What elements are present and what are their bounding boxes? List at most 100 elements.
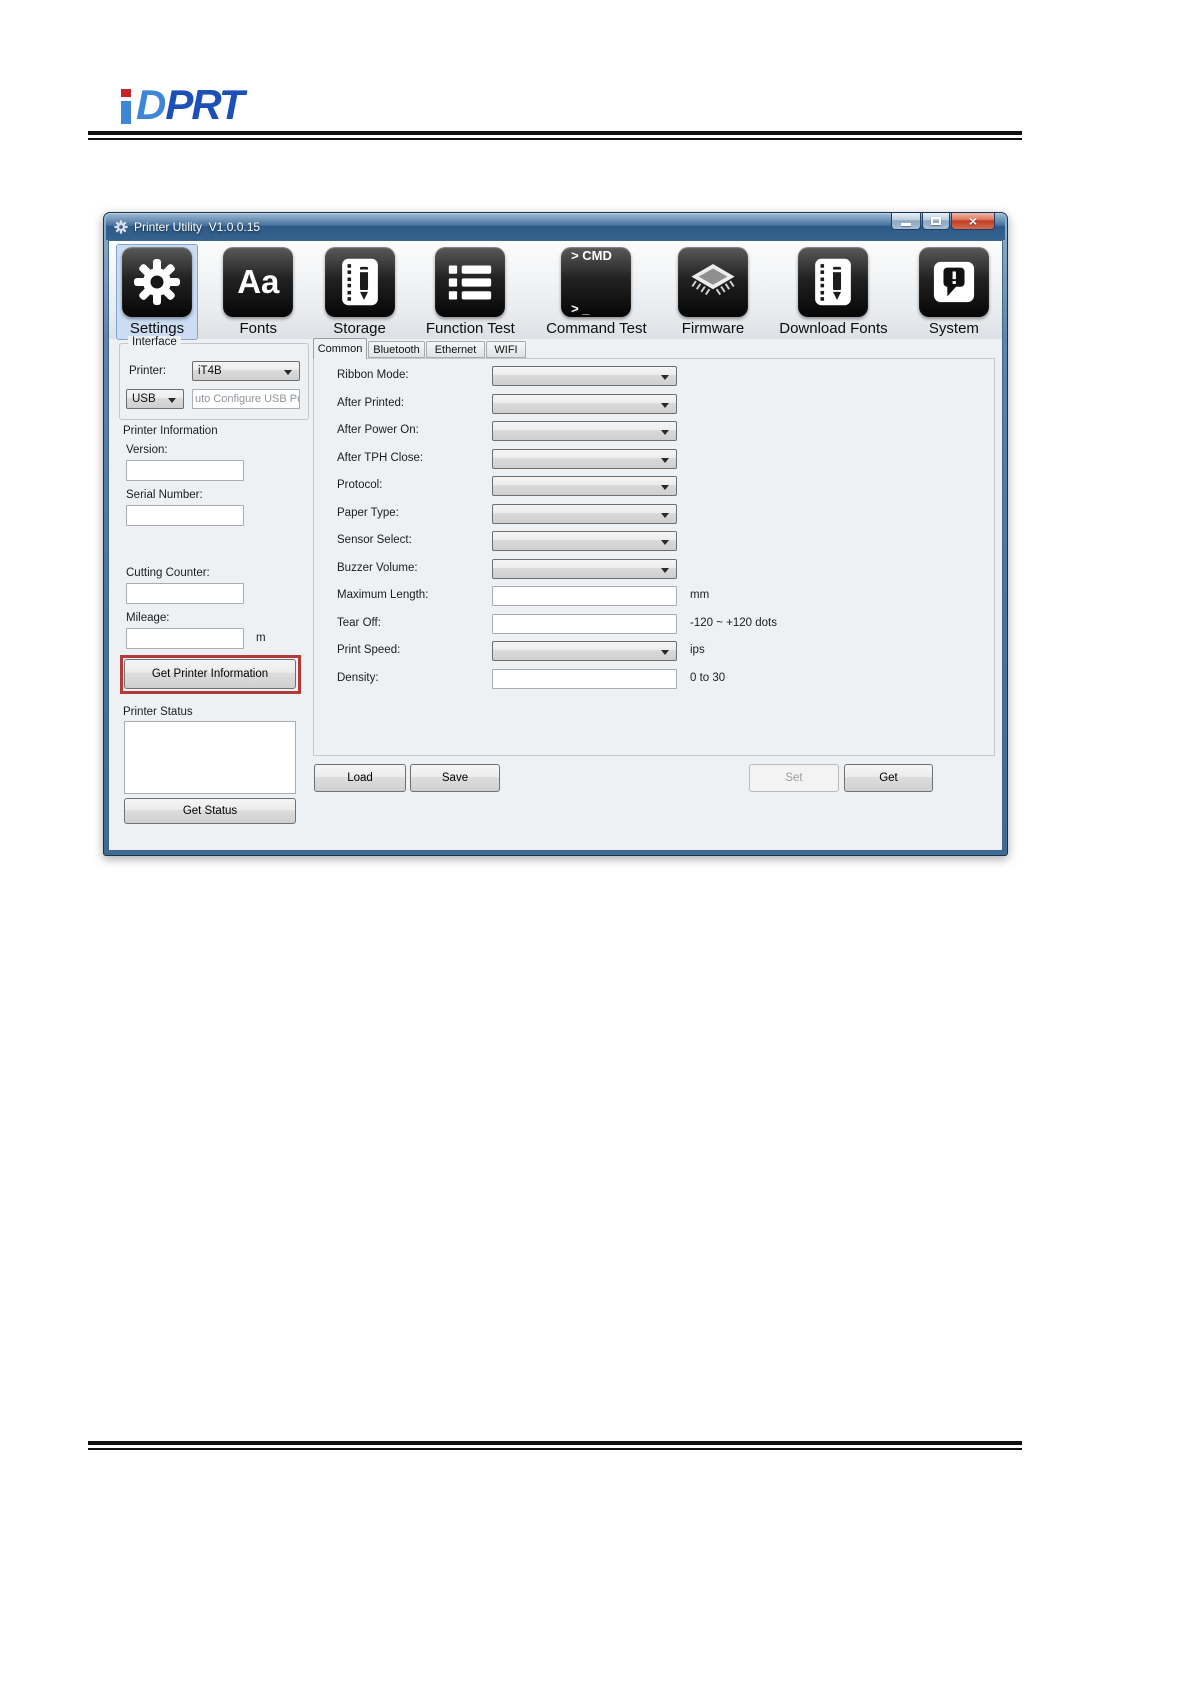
density-field[interactable] [492,669,677,689]
ribbon-mode-select[interactable] [492,366,677,386]
toolbar-label: Fonts [239,320,278,337]
fonts-aa-icon: Aa [223,247,294,317]
set-button[interactable]: Set [749,764,839,792]
ribbon-mode-label: Ribbon Mode: [337,369,409,381]
serial-number-field[interactable] [126,505,244,526]
toolbar-label: Command Test [546,320,647,337]
after-power-on-select[interactable] [492,421,677,441]
density-range: 0 to 30 [690,672,726,684]
terminal-cmd-icon: > CMD > _ [561,247,632,317]
minimize-button[interactable] [891,213,921,230]
interface-group-title: Interface [128,336,181,348]
sensor-select-label: Sensor Select: [337,534,412,546]
cutting-counter-field[interactable] [126,583,244,604]
paper-type-select[interactable] [492,504,677,524]
toolbar-item-download-fonts[interactable]: Download Fonts [774,245,892,339]
printer-utility-window: Printer Utility V1.0.0.15 × Settings Aa … [103,212,1008,856]
tear-off-range: -120 ~ +120 dots [690,617,777,629]
after-printed-label: After Printed: [337,397,405,409]
serial-number-label: Serial Number: [126,489,203,501]
interface-group: Interface Printer: iT4B USB uto Configur… [119,336,309,420]
maximum-length-field[interactable] [492,586,677,606]
document-page: D PRT Printer Utility V1.0.0.15 × Settin… [0,0,1191,1684]
toolbar-label: Firmware [681,320,745,337]
chip-icon [677,247,748,317]
maximize-icon [931,217,941,225]
toolbar-label: System [928,320,979,337]
after-tph-close-label: After TPH Close: [337,452,424,464]
mileage-field[interactable] [126,628,244,649]
window-body: Settings Aa Fonts Storage Function Test … [108,240,1003,851]
sensor-select-select[interactable] [492,531,677,551]
header-rule-thin [88,138,1022,140]
mileage-unit: m [256,632,266,644]
protocol-select[interactable] [492,476,677,496]
close-icon: × [968,213,978,229]
print-speed-select[interactable] [492,641,677,661]
version-field[interactable] [126,460,244,481]
toolbar-item-storage[interactable]: Storage [320,245,400,339]
toolbar-item-settings[interactable]: Settings [116,244,198,340]
load-button[interactable]: Load [314,764,406,792]
get-button[interactable]: Get [844,764,933,792]
tab-ethernet[interactable]: Ethernet [426,341,485,358]
printer-information-title: Printer Information [123,425,218,437]
toolbar-label: Function Test [425,320,515,337]
save-button[interactable]: Save [410,764,500,792]
toolbar: Settings Aa Fonts Storage Function Test … [109,241,1002,340]
gear-icon [122,247,192,317]
header-rule-thick [88,131,1022,135]
minimize-icon [901,222,911,226]
density-label: Density: [337,672,379,684]
tab-wifi[interactable]: WIFI [486,341,526,358]
tear-off-label: Tear Off: [337,617,381,629]
after-printed-select[interactable] [492,394,677,414]
get-printer-information-button[interactable]: Get Printer Information [124,659,296,689]
app-gear-icon [114,220,128,234]
toolbar-item-fonts[interactable]: Aa Fonts [218,245,298,339]
after-tph-close-select[interactable] [492,449,677,469]
toolbar-label: Settings [129,320,185,337]
buzzer-volume-label: Buzzer Volume: [337,562,418,574]
maximum-length-unit: mm [690,589,710,601]
common-tab-panel: Ribbon Mode: After Printed: After Power … [313,358,995,756]
buzzer-volume-select[interactable] [492,559,677,579]
version-label: Version: [126,444,168,456]
idprt-logo: D PRT [118,81,245,128]
tear-off-field[interactable] [492,614,677,634]
window-controls: × [890,213,995,230]
paper-type-label: Paper Type: [337,507,399,519]
logo-letter-d: D [136,81,166,128]
window-title: Printer Utility V1.0.0.15 [134,220,261,234]
footer-rule-thick [88,1441,1022,1445]
exclamation-bubble-icon [918,247,989,317]
toolbar-label: Download Fonts [779,320,888,337]
get-status-button[interactable]: Get Status [124,798,296,824]
mileage-label: Mileage: [126,612,170,624]
logo-letters-prt: PRT [165,81,244,128]
titlebar[interactable]: Printer Utility V1.0.0.15 [106,214,1005,240]
maximize-button[interactable] [922,213,950,230]
maximum-length-label: Maximum Length: [337,589,429,601]
notebook-pencil-icon [798,247,869,317]
usb-config-field[interactable]: uto Configure USB Po [192,389,300,409]
printer-status-title: Printer Status [123,706,193,718]
printer-label: Printer: [129,365,167,377]
toolbar-label: Storage [333,320,386,337]
tab-common[interactable]: Common [313,338,367,359]
logo-letter-i [118,89,133,126]
close-button[interactable]: × [951,213,995,230]
printer-select[interactable]: iT4B [192,361,300,381]
toolbar-item-system[interactable]: System [914,245,994,339]
port-select[interactable]: USB [126,389,184,409]
cutting-counter-label: Cutting Counter: [126,567,210,579]
toolbar-item-function-test[interactable]: Function Test [421,245,520,339]
print-speed-label: Print Speed: [337,644,401,656]
toolbar-item-command-test[interactable]: > CMD > _ Command Test [541,245,652,339]
footer-rule-thin [88,1448,1022,1450]
notebook-pencil-icon [324,247,395,317]
printer-status-box [124,721,296,794]
list-icon [435,247,506,317]
tab-bluetooth[interactable]: Bluetooth [368,341,425,358]
toolbar-item-firmware[interactable]: Firmware [673,245,753,339]
